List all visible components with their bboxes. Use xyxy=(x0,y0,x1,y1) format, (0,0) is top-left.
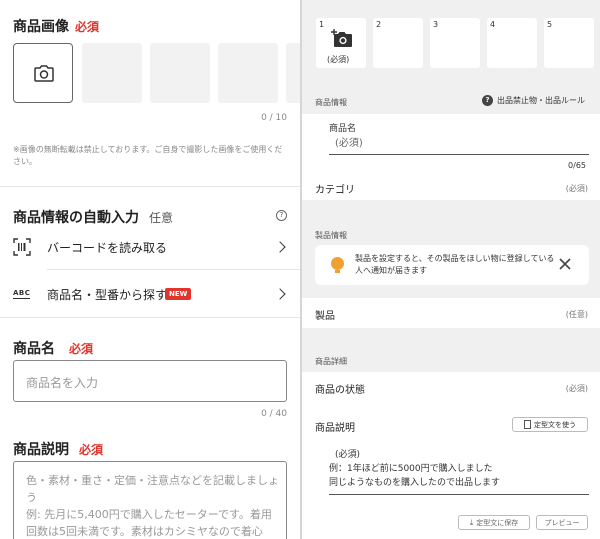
save-template-button[interactable]: ⤓ 定型文に保存 xyxy=(458,515,530,530)
rules-link[interactable]: ? 出品禁止物・出品ルール xyxy=(482,95,585,106)
photo-slot[interactable]: 4 xyxy=(487,18,537,68)
close-icon[interactable] xyxy=(558,256,572,270)
slot-number: 3 xyxy=(433,20,439,29)
name-title: 商品名 xyxy=(13,341,55,357)
name-required-label: 必須 xyxy=(69,342,94,356)
right-panel: 1 (必須) 2 3 4 5 商品情報 ? 出品禁止物・出品ルール 商品名 (必… xyxy=(300,0,600,539)
save-template-label: 定型文に保存 xyxy=(476,518,519,527)
barcode-row[interactable]: バーコードを読み取る xyxy=(0,230,300,264)
divider xyxy=(0,186,300,187)
document-icon xyxy=(524,420,531,429)
abc-icon: ABC xyxy=(13,289,31,299)
slot-number: 2 xyxy=(376,20,382,29)
use-template-label: 定型文を使う xyxy=(534,420,576,429)
divider xyxy=(0,317,300,318)
preview-button[interactable]: プレビュー xyxy=(536,515,588,530)
use-template-button[interactable]: 定型文を使う xyxy=(512,417,588,432)
new-badge: NEW xyxy=(165,288,192,300)
divider xyxy=(47,269,300,270)
category-label: カテゴリ xyxy=(315,185,355,196)
download-icon: ⤓ xyxy=(469,517,474,527)
description-placeholder-line: 回数は5回未満です。素材はカシミヤなので着心 xyxy=(26,525,263,538)
product-description-input[interactable]: 色・素材・重さ・定価・注意点などを記載しましょう 例: 先月に5,400円で購入… xyxy=(13,461,287,539)
images-count: 0 / 10 xyxy=(261,113,287,123)
photo-slot[interactable]: 2 xyxy=(373,18,423,68)
product-info-header: 商品情報 xyxy=(315,98,347,107)
condition-row[interactable]: 商品の状態 (必須) xyxy=(302,372,600,402)
description-line: (必須) xyxy=(335,450,361,460)
detail-header: 商品詳細 xyxy=(315,357,347,366)
description-placeholder: 色・素材・重さ・定価・注意点などを記載しましょう 例: 先月に5,400円で購入… xyxy=(26,472,281,539)
condition-label: 商品の状態 xyxy=(315,385,365,396)
photo-slot[interactable] xyxy=(150,43,210,103)
auto-input-header: 商品情報の自動入力 任意 xyxy=(13,207,173,227)
photo-slot[interactable] xyxy=(286,43,300,103)
add-photo-button[interactable] xyxy=(13,43,73,103)
name-count: 0/65 xyxy=(568,161,586,170)
slot-number: 1 xyxy=(319,20,325,29)
product-name-placeholder: 商品名を入力 xyxy=(26,376,99,390)
chevron-right-icon xyxy=(274,288,286,300)
category-required: (必須) xyxy=(565,184,588,193)
description-required-label: 必須 xyxy=(79,443,104,457)
chevron-right-icon xyxy=(274,241,286,253)
auto-input-title: 商品情報の自動入力 xyxy=(13,210,139,226)
seihin-row[interactable]: 製品 (任意) xyxy=(302,298,600,328)
photo-slot[interactable] xyxy=(218,43,278,103)
images-required-label: 必須 xyxy=(75,20,100,34)
left-panel: 商品画像 必須 0 / 10 ※画像の無断転載は禁止しております。ご自身で撮影した… xyxy=(0,0,300,539)
photo-slot[interactable]: 5 xyxy=(544,18,594,68)
description-placeholder-line: 色・素材・重さ・定価・注意点などを記載しましょう xyxy=(26,474,279,504)
model-search-row[interactable]: ABC 商品名・型番から探す NEW xyxy=(0,276,300,312)
lightbulb-icon xyxy=(331,257,344,270)
description-line: 例：1年ほど前に5000円で購入しました xyxy=(329,464,493,474)
name-input[interactable]: (必須) xyxy=(335,134,363,149)
lightbulb-base-icon xyxy=(335,270,340,273)
description-title: 商品説明 xyxy=(13,442,69,458)
preview-label: プレビュー xyxy=(544,518,580,527)
camera-plus-icon xyxy=(331,29,353,52)
image-notice: ※画像の無断転載は禁止しております。ご自身で撮影した画像をご使用ください。 xyxy=(13,145,283,166)
seihin-header: 製品情報 xyxy=(315,231,347,240)
name-count: 0 / 40 xyxy=(261,409,287,419)
model-search-label: 商品名・型番から探す xyxy=(47,288,168,302)
name-underline xyxy=(329,154,589,155)
auto-input-optional-label: 任意 xyxy=(149,211,174,225)
description-underline xyxy=(329,494,589,495)
description-label: 商品説明 xyxy=(315,423,355,434)
product-name-input[interactable]: 商品名を入力 xyxy=(13,360,287,402)
description-line: 同じようなものを購入したので出品します xyxy=(329,478,501,488)
images-title: 商品画像 xyxy=(13,19,69,35)
help-icon: ? xyxy=(482,95,493,106)
slot-number: 4 xyxy=(490,20,496,29)
description-textarea[interactable]: (必須) 例：1年ほど前に5000円で購入しました 同じようなものを購入したので… xyxy=(329,448,589,490)
barcode-label: バーコードを読み取る xyxy=(47,241,168,255)
description-placeholder-line: 例: 先月に5,400円で購入したセーターです。着用 xyxy=(26,508,272,521)
condition-required: (必須) xyxy=(565,384,588,393)
images-section-header: 商品画像 必須 xyxy=(13,16,99,36)
seihin-label: 製品 xyxy=(315,311,335,322)
photo-slot[interactable]: 3 xyxy=(430,18,480,68)
first-slot-caption: (必須) xyxy=(327,55,350,64)
help-icon[interactable]: ? xyxy=(276,210,287,221)
notice-text: 製品を設定すると、その製品をほしい物に登録している人へ通知が届きます xyxy=(355,254,555,275)
seihin-optional: (任意) xyxy=(565,310,588,319)
name-section-header: 商品名 必須 xyxy=(13,338,93,358)
rules-link-label: 出品禁止物・出品ルール xyxy=(497,96,585,105)
slot-number: 5 xyxy=(547,20,553,29)
photo-slot-1[interactable]: 1 (必須) xyxy=(316,18,366,68)
barcode-icon xyxy=(13,238,31,260)
camera-icon xyxy=(34,65,54,86)
description-section-header: 商品説明 必須 xyxy=(13,439,103,459)
name-label: 商品名 xyxy=(329,124,357,134)
product-notice-card: 製品を設定すると、その製品をほしい物に登録している人へ通知が届きます xyxy=(315,245,589,285)
photo-slot[interactable] xyxy=(82,43,142,103)
category-row[interactable]: カテゴリ (必須) xyxy=(302,174,600,200)
